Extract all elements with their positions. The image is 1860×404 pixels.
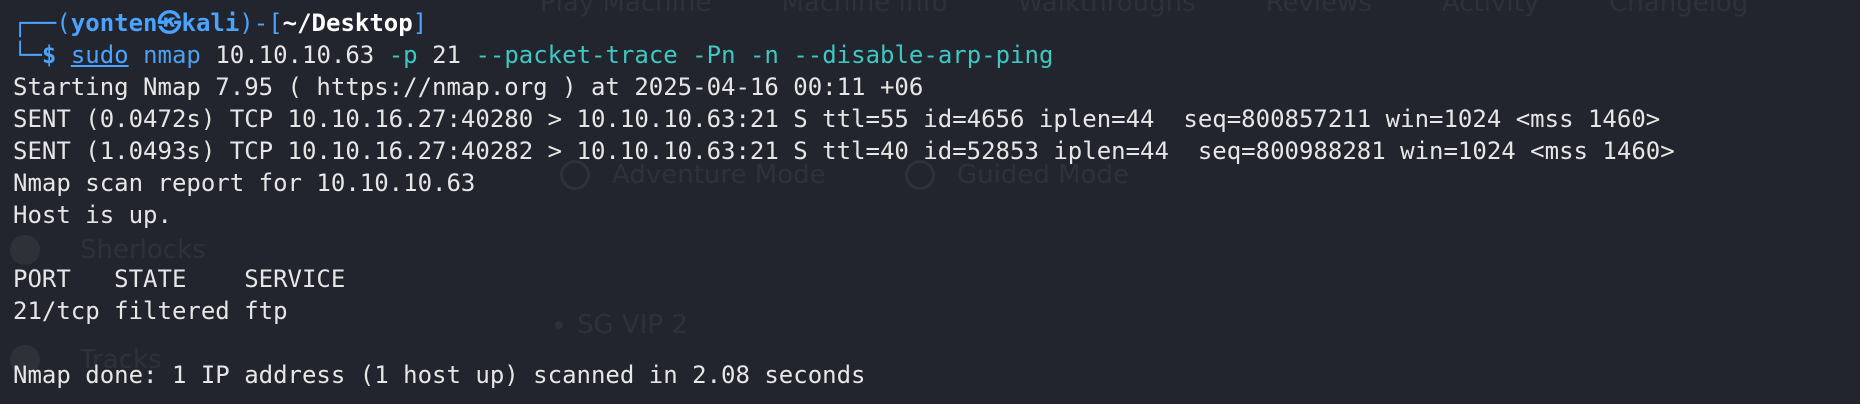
- output-line: Nmap done: 1 IP address (1 host up) scan…: [13, 361, 866, 389]
- prompt-user: yonten: [70, 9, 158, 37]
- output-line: Starting Nmap 7.95 ( https://nmap.org ) …: [13, 73, 924, 101]
- command-flag-p: -p: [388, 41, 418, 69]
- output-line: SENT (0.0472s) TCP 10.10.16.27:40280 > 1…: [13, 105, 1661, 133]
- output-line: PORT STATE SERVICE: [13, 265, 346, 293]
- prompt-path: ~/Desktop: [282, 9, 413, 37]
- command-program: nmap: [143, 41, 201, 69]
- prompt-corner-bottom: └─: [13, 41, 42, 69]
- terminal-output[interactable]: ┌──(yonten㉿kali)-[~/Desktop] └─$ sudo nm…: [13, 7, 1860, 391]
- command-port: 21: [432, 41, 461, 69]
- command-target: 10.10.10.63: [215, 41, 375, 69]
- command-flags: --packet-trace -Pn -n --disable-arp-ping: [475, 41, 1054, 69]
- output-line: SENT (1.0493s) TCP 10.10.16.27:40282 > 1…: [13, 137, 1675, 165]
- output-line: Nmap scan report for 10.10.10.63: [13, 169, 476, 197]
- prompt-mid: )-[: [239, 9, 283, 37]
- terminal-window[interactable]: Play Machine Machine Info Walkthroughs R…: [0, 0, 1860, 404]
- prompt-host: kali: [181, 9, 240, 37]
- prompt-dollar: $: [41, 41, 71, 69]
- kali-at-icon: ㉿: [157, 9, 182, 37]
- output-line: Host is up.: [13, 201, 172, 229]
- prompt-line-top: ┌──(yonten㉿kali)-[~/Desktop]: [13, 7, 1860, 39]
- prompt-close: ]: [412, 9, 428, 37]
- command-sudo: sudo: [70, 41, 129, 69]
- output-line: 21/tcp filtered ftp: [13, 297, 288, 325]
- command-line[interactable]: └─$ sudo nmap 10.10.10.63 -p 21 --packet…: [13, 39, 1860, 71]
- prompt-corner-top: ┌──(: [13, 9, 71, 37]
